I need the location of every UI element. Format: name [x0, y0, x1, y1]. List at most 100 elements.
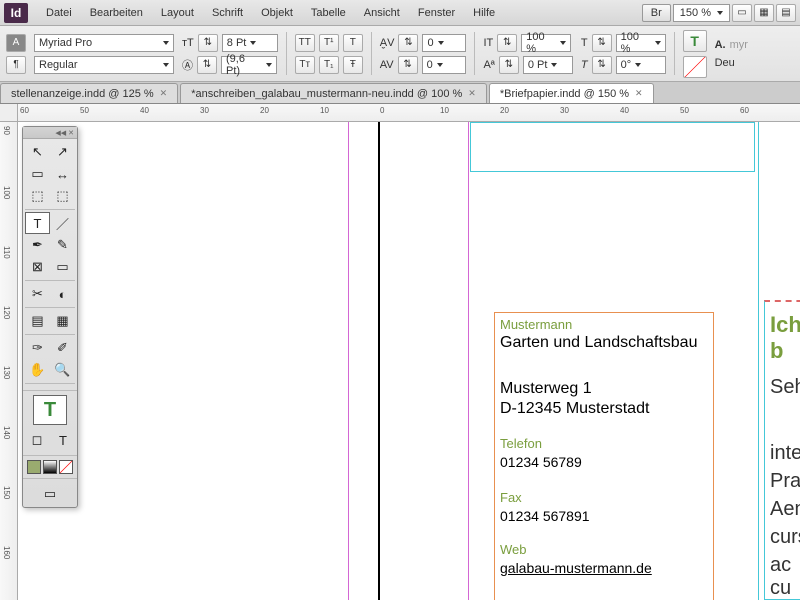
page-tool[interactable]: ▭: [25, 163, 50, 185]
apply-gradient-swatch[interactable]: [43, 460, 57, 474]
gradient-swatch[interactable]: ▤: [25, 310, 50, 332]
format-container-button[interactable]: ◻: [25, 429, 49, 451]
bridge-button[interactable]: Br: [642, 4, 671, 22]
kerning-select[interactable]: 0: [422, 34, 466, 52]
pen-tool[interactable]: ✒: [25, 234, 50, 256]
size-stepper[interactable]: ⇅: [198, 34, 218, 52]
content-placer[interactable]: ⬚: [50, 185, 75, 207]
line-tool[interactable]: ／: [50, 212, 75, 234]
zoom-tool[interactable]: 🔍: [50, 359, 75, 381]
hscale-select[interactable]: 100 %: [616, 34, 666, 52]
note-tool[interactable]: ✑: [25, 337, 50, 359]
leading-stepper[interactable]: ⇅: [197, 56, 217, 74]
font-family-value: Myriad Pro: [39, 37, 92, 49]
heading-text: Ich b: [770, 312, 800, 364]
panel-header[interactable]: ◀◀ ✕: [23, 127, 77, 139]
underline-button[interactable]: T: [343, 34, 363, 52]
allcaps-button[interactable]: TT: [295, 34, 315, 52]
gradient-feather[interactable]: ▦: [50, 310, 75, 332]
strike-button[interactable]: Ŧ: [343, 56, 363, 74]
chevron-down-icon: [250, 41, 256, 45]
ruler-horizontal[interactable]: 60 50 40 30 20 10 0 10 20 30 40 50 60: [18, 104, 800, 122]
control-panel: A ¶ Myriad Pro Regular тT⇅8 Pt Ⓐ⇅(9,6 Pt…: [0, 26, 800, 82]
canvas[interactable]: Mustermann Garten und Landschaftsbau Mus…: [18, 122, 800, 600]
hscale-stepper[interactable]: ⇅: [592, 34, 612, 52]
ruler-tick: 110: [2, 246, 11, 259]
gap-tool[interactable]: ↔: [50, 163, 75, 185]
view-options-button[interactable]: ▤: [776, 4, 796, 22]
tracking-select[interactable]: 0: [422, 56, 466, 74]
font-family-select[interactable]: Myriad Pro: [34, 34, 174, 52]
doc-tab-3[interactable]: *Briefpapier.indd @ 150 % ✕: [489, 83, 654, 103]
vscale-stepper[interactable]: ⇅: [497, 34, 517, 52]
menu-datei[interactable]: Datei: [38, 3, 80, 23]
apply-none-swatch[interactable]: [59, 460, 73, 474]
baseline-stepper[interactable]: ⇅: [499, 56, 519, 74]
menu-layout[interactable]: Layout: [153, 3, 202, 23]
web-label: Web: [500, 542, 527, 557]
eyedropper-tool[interactable]: ✐: [50, 337, 75, 359]
menu-tabelle[interactable]: Tabelle: [303, 3, 354, 23]
view-mode-button[interactable]: ▭: [38, 483, 63, 505]
doc-tab-1[interactable]: stellenanzeige.indd @ 125 %✕: [0, 83, 178, 103]
vscale-value: 100 %: [526, 31, 556, 55]
screen-mode-button[interactable]: ▭: [732, 4, 752, 22]
rectangle-frame[interactable]: ⊠: [25, 256, 50, 278]
selection-tool[interactable]: ↖: [25, 141, 50, 163]
menu-hilfe[interactable]: Hilfe: [465, 3, 503, 23]
font-size-select[interactable]: 8 Pt: [222, 34, 278, 52]
scissors-tool[interactable]: ✂: [25, 283, 50, 305]
pencil-tool[interactable]: ✎: [50, 234, 75, 256]
close-icon[interactable]: ✕: [160, 88, 168, 99]
margin-guide: [468, 122, 469, 600]
company-subtitle: Garten und Landschaftsbau: [500, 334, 697, 352]
font-style-value: Regular: [39, 59, 78, 71]
skew-select[interactable]: 0°: [616, 56, 666, 74]
doc-tab-2[interactable]: *anschreiben_galabau_mustermann-neu.indd…: [180, 83, 487, 103]
close-icon[interactable]: ✕: [635, 88, 643, 99]
zoom-select[interactable]: 150 %: [673, 4, 730, 22]
hscale-value: 100 %: [621, 31, 651, 55]
transform-tool[interactable]: ◐: [50, 283, 75, 305]
skew-stepper[interactable]: ⇅: [592, 56, 612, 74]
tab-label: *Briefpapier.indd @ 150 %: [500, 88, 629, 100]
menu-bearbeiten[interactable]: Bearbeiten: [82, 3, 151, 23]
ruler-vertical[interactable]: 90 100 110 120 130 140 150 160: [0, 122, 18, 600]
body-text: inte: [770, 442, 800, 465]
format-text-button[interactable]: T: [51, 429, 75, 451]
address-line-2: D-12345 Musterstadt: [500, 400, 649, 418]
ruler-tick: 10: [320, 106, 329, 115]
font-style-select[interactable]: Regular: [34, 56, 174, 74]
vscale-select[interactable]: 100 %: [521, 34, 571, 52]
menu-fenster[interactable]: Fenster: [410, 3, 463, 23]
fill-stroke-proxy[interactable]: T: [33, 395, 67, 425]
content-collector[interactable]: ⬚: [25, 185, 50, 207]
leading-select[interactable]: (9,6 Pt): [221, 56, 277, 74]
stroke-swatch-button[interactable]: [683, 56, 707, 78]
hand-tool[interactable]: ✋: [25, 359, 50, 381]
menu-ansicht[interactable]: Ansicht: [356, 3, 408, 23]
subscript-button[interactable]: T₁: [319, 56, 339, 74]
smallcaps-button[interactable]: Tᴛ: [295, 56, 315, 74]
superscript-button[interactable]: T¹: [319, 34, 339, 52]
body-text: Aene: [770, 498, 800, 521]
para-format-button[interactable]: ¶: [6, 56, 26, 74]
ruler-origin[interactable]: [0, 104, 18, 122]
type-tool[interactable]: T: [25, 212, 50, 234]
menu-objekt[interactable]: Objekt: [253, 3, 301, 23]
direct-select-tool[interactable]: ↗: [50, 141, 75, 163]
ruler-tick: 140: [2, 426, 11, 439]
baseline-select[interactable]: 0 Pt: [523, 56, 573, 74]
menu-schrift[interactable]: Schrift: [204, 3, 251, 23]
apply-color-swatch[interactable]: [27, 460, 41, 474]
ruler-tick: 60: [20, 106, 29, 115]
text-frame[interactable]: [470, 122, 755, 172]
close-icon[interactable]: ✕: [468, 88, 476, 99]
char-format-button[interactable]: A: [6, 34, 26, 52]
rectangle-tool[interactable]: ▭: [50, 256, 75, 278]
arrange-button[interactable]: ▦: [754, 4, 774, 22]
tracking-stepper[interactable]: ⇅: [398, 56, 418, 74]
kerning-stepper[interactable]: ⇅: [398, 34, 418, 52]
tools-panel[interactable]: ◀◀ ✕ ↖↗▭↔⬚⬚T／✒✎⊠▭✂◐▤▦✑✐✋🔍 T ◻ T ▭: [22, 126, 78, 508]
fill-text-button[interactable]: T: [683, 30, 707, 52]
